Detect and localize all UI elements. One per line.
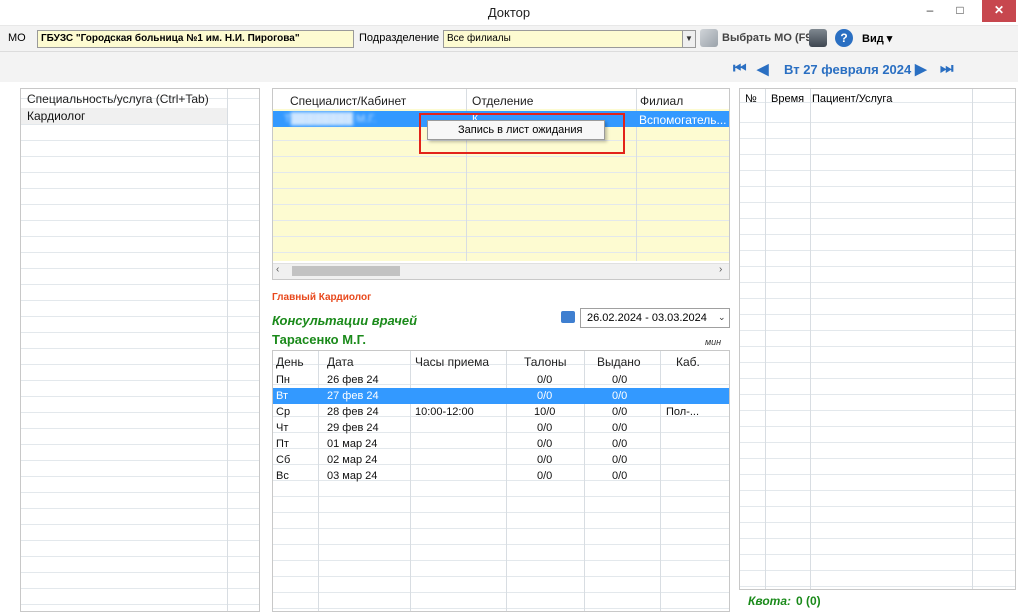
tickets-cell: 0/0 bbox=[537, 438, 553, 450]
window-title: Доктор bbox=[487, 5, 531, 20]
col-date: Дата bbox=[327, 355, 354, 369]
issued-cell: 0/0 bbox=[612, 390, 628, 402]
specialist-branch: Вспомогатель... bbox=[639, 113, 727, 127]
date-cell: 26 фев 24 bbox=[327, 374, 379, 386]
division-select[interactable]: Все филиалы bbox=[443, 30, 684, 48]
day-cell: Вс bbox=[276, 470, 289, 482]
column-divider bbox=[227, 89, 228, 611]
issued-cell: 0/0 bbox=[612, 422, 628, 434]
column-divider bbox=[765, 89, 766, 589]
scroll-left-icon[interactable]: ‹ bbox=[276, 264, 279, 275]
hours-cell: 10:00-12:00 bbox=[415, 406, 474, 418]
period-select[interactable]: 26.02.2024 - 03.03.2024 bbox=[580, 308, 730, 328]
last-page-icon[interactable]: ⏭ bbox=[940, 60, 954, 77]
printer-icon[interactable] bbox=[809, 29, 827, 47]
day-cell: Ср bbox=[276, 406, 291, 418]
day-cell: Вт bbox=[276, 390, 289, 402]
maximize-button[interactable]: □ bbox=[946, 0, 974, 22]
issued-cell: 0/0 bbox=[612, 374, 628, 386]
date-cell: 28 фев 24 bbox=[327, 406, 379, 418]
specialist-name: Т████████ М.Г. bbox=[284, 113, 377, 125]
first-page-icon[interactable]: ⏮ bbox=[733, 60, 747, 77]
view-menu-button[interactable]: Вид ▾ bbox=[862, 32, 892, 45]
col-number: № bbox=[745, 93, 757, 105]
issued-cell: 0/0 bbox=[612, 470, 628, 482]
col-day: День bbox=[276, 355, 304, 369]
day-cell: Пн bbox=[276, 374, 290, 386]
doctor-name: Тарасенко М.Г. bbox=[272, 332, 367, 347]
close-button[interactable]: ✕ bbox=[982, 0, 1016, 22]
col-time: Время bbox=[771, 93, 805, 105]
service-name: Консультации врачей bbox=[272, 313, 418, 328]
tickets-cell: 0/0 bbox=[537, 422, 553, 434]
day-cell: Пт bbox=[276, 438, 289, 450]
minimize-button[interactable]: – bbox=[916, 0, 944, 22]
chevron-down-icon[interactable]: ⌄ bbox=[718, 312, 726, 323]
specialty-panel bbox=[20, 88, 260, 612]
col-issued: Выдано bbox=[597, 355, 641, 369]
tickets-cell: 0/0 bbox=[537, 374, 553, 386]
prev-day-icon[interactable]: ◀ bbox=[757, 60, 769, 78]
date-cell: 29 фев 24 bbox=[327, 422, 379, 434]
tickets-cell: 10/0 bbox=[534, 406, 556, 418]
col-patient: Пациент/Услуга bbox=[812, 93, 893, 105]
col-branch: Филиал bbox=[640, 94, 684, 108]
division-label: Подразделение bbox=[359, 32, 440, 44]
mo-field[interactable]: ГБУЗС "Городская больница №1 им. Н.И. Пи… bbox=[37, 30, 354, 48]
issued-cell: 0/0 bbox=[612, 438, 628, 450]
scroll-right-icon[interactable]: › bbox=[719, 264, 722, 275]
scrollbar-thumb[interactable] bbox=[292, 266, 400, 276]
date-cell: 27 фев 24 bbox=[327, 390, 379, 402]
issued-cell: 0/0 bbox=[612, 406, 628, 418]
chevron-down-icon[interactable]: ▼ bbox=[682, 30, 696, 48]
next-day-icon[interactable]: ▶ bbox=[915, 60, 927, 78]
day-cell: Сб bbox=[276, 454, 291, 466]
current-date: Вт 27 февраля 2024 bbox=[784, 62, 912, 77]
mo-label: МО bbox=[8, 32, 26, 44]
doctor-role: Главный Кардиолог bbox=[272, 292, 372, 303]
unit-label: мин bbox=[705, 337, 722, 347]
specialty-item[interactable]: Кардиолог bbox=[21, 108, 227, 124]
tickets-cell: 0/0 bbox=[537, 454, 553, 466]
tickets-cell: 0/0 bbox=[537, 390, 553, 402]
col-department: Отделение bbox=[472, 94, 534, 108]
appointments-panel bbox=[739, 88, 1016, 590]
column-divider bbox=[810, 89, 811, 589]
calendar-arrow-icon[interactable] bbox=[561, 311, 575, 323]
cabinet-cell: Пол-... bbox=[666, 406, 700, 418]
column-divider bbox=[972, 89, 973, 589]
quota-value: 0 (0) bbox=[796, 594, 821, 608]
date-cell: 03 мар 24 bbox=[327, 470, 378, 482]
day-cell: Чт bbox=[276, 422, 289, 434]
col-tickets: Талоны bbox=[524, 355, 567, 369]
date-cell: 02 мар 24 bbox=[327, 454, 378, 466]
building-icon bbox=[700, 29, 718, 47]
quota-label: Квота: bbox=[748, 594, 791, 608]
col-cabinet: Каб. bbox=[676, 355, 700, 369]
select-mo-button[interactable]: Выбрать МО (F9) bbox=[722, 32, 815, 44]
specialty-header: Специальность/услуга (Ctrl+Tab) bbox=[27, 92, 209, 106]
issued-cell: 0/0 bbox=[612, 454, 628, 466]
highlight-frame bbox=[419, 113, 625, 154]
help-icon[interactable]: ? bbox=[835, 29, 853, 47]
col-specialist: Специалист/Кабинет bbox=[290, 94, 407, 108]
tickets-cell: 0/0 bbox=[537, 470, 553, 482]
col-hours: Часы приема bbox=[415, 355, 490, 369]
date-cell: 01 мар 24 bbox=[327, 438, 378, 450]
